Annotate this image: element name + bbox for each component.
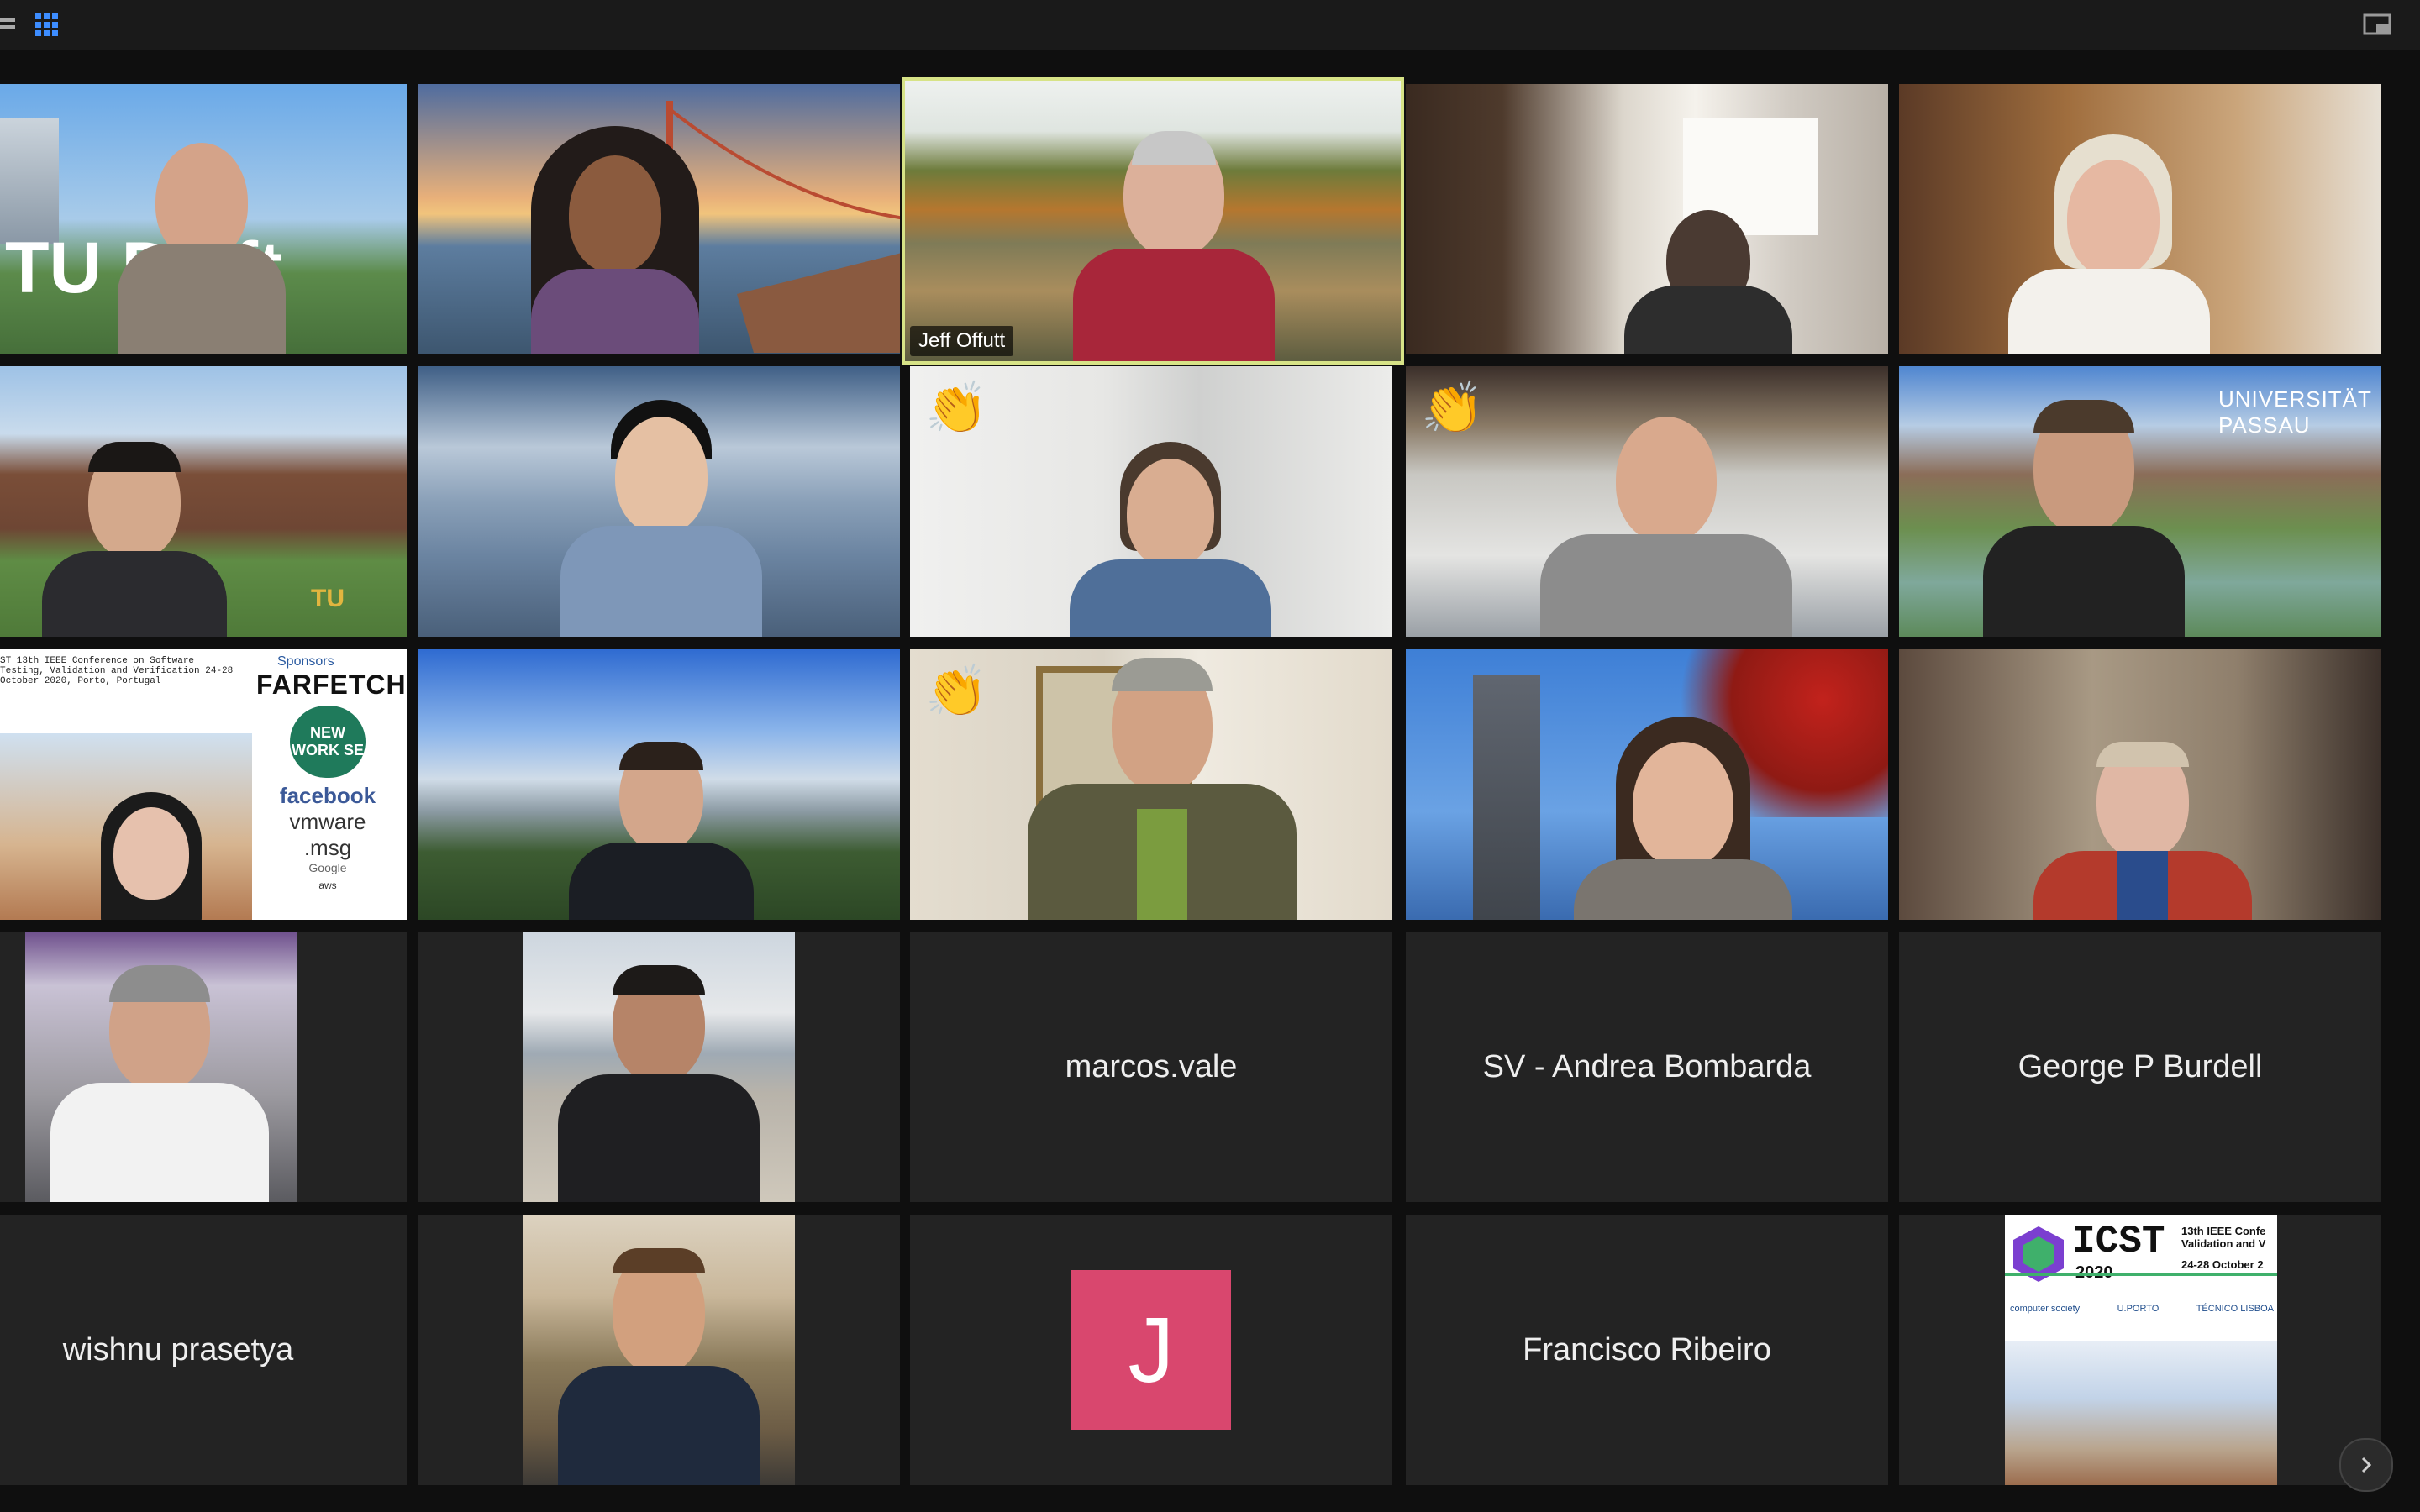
- participant-video: [523, 1215, 795, 1485]
- video-tile[interactable]: 👏: [910, 366, 1392, 637]
- participant-name: Francisco Ribeiro: [1523, 1331, 1771, 1368]
- participant-video: [25, 932, 297, 1202]
- participant-avatar: J: [1071, 1270, 1231, 1430]
- video-tile[interactable]: [1899, 649, 2381, 920]
- slide-dates: 24-28 October 2: [2181, 1258, 2264, 1271]
- participant-video: [118, 143, 286, 354]
- video-tile[interactable]: [1899, 84, 2381, 354]
- sponsor-logo: .msg: [303, 835, 352, 860]
- participant-video: [569, 742, 754, 920]
- video-tile[interactable]: 👏: [1406, 366, 1888, 637]
- chevron-right-icon: [2361, 1457, 2372, 1473]
- participant-video: [1624, 210, 1792, 354]
- participant-name: wishnu prasetya: [62, 1331, 294, 1368]
- name-only-tile[interactable]: SV - Andrea Bombarda: [1406, 932, 1888, 1202]
- gallery-view-icon[interactable]: [34, 12, 60, 39]
- participant-video: [1073, 131, 1275, 361]
- video-tile[interactable]: [418, 649, 900, 920]
- participant-video: [552, 400, 771, 637]
- partner-logo: U.PORTO: [2117, 1304, 2160, 1314]
- name-only-tile[interactable]: Francisco Ribeiro: [1406, 1215, 1888, 1485]
- sponsor-logo: NEW WORK SE: [290, 706, 366, 778]
- participant-name: George P Burdell: [2018, 1048, 2263, 1084]
- name-only-tile[interactable]: George P Burdell: [1899, 932, 2381, 1202]
- clap-reaction-icon: 👏: [925, 380, 988, 436]
- participant-video: [1028, 658, 1297, 920]
- video-tile[interactable]: TU Delft: [0, 84, 407, 354]
- avatar-tile[interactable]: J: [910, 1215, 1392, 1485]
- video-tile[interactable]: [1406, 649, 1888, 920]
- participant-video: [1070, 442, 1271, 637]
- name-only-tile[interactable]: wishnu prasetya: [0, 1215, 407, 1485]
- video-tile[interactable]: [418, 1215, 900, 1485]
- sponsor-logos: FARFETCH NEW WORK SE facebook vmware .ms…: [256, 669, 407, 891]
- participant-video: [1574, 717, 1792, 920]
- video-tile[interactable]: [418, 366, 900, 637]
- icst-slide: ICST 2020 13th IEEE Confe Validation and…: [2005, 1215, 2277, 1485]
- background-logo-text: UNIVERSITÄT PASSAU: [2218, 386, 2372, 438]
- slide-header-text: ST 13th IEEE Conference on Software Test…: [0, 656, 234, 686]
- partner-logo: TÉCNICO LISBOA: [2196, 1304, 2274, 1314]
- participant-video: [523, 126, 708, 354]
- slide-title: Sponsors: [277, 654, 334, 669]
- participant-video: [523, 932, 795, 1202]
- participant-video: [42, 442, 227, 637]
- clap-reaction-icon: 👏: [1421, 380, 1484, 436]
- video-tile[interactable]: [418, 932, 900, 1202]
- participant-video: [1983, 400, 2185, 637]
- background-logo-text: TU: [311, 585, 345, 612]
- exit-fullscreen-icon[interactable]: [2363, 12, 2393, 37]
- next-page-button[interactable]: [2339, 1438, 2393, 1492]
- participant-video: [76, 792, 227, 920]
- sponsor-logo: aws: [318, 879, 337, 891]
- sponsor-logo: facebook: [279, 783, 376, 808]
- slide-subtitle: 13th IEEE Confe Validation and V: [2181, 1225, 2266, 1250]
- partner-logos: computer society U.PORTO TÉCNICO LISBOA: [2010, 1304, 2274, 1314]
- partner-logo: computer society: [2010, 1304, 2081, 1314]
- tower-image: [1473, 675, 1540, 920]
- participant-name: marcos.vale: [1065, 1048, 1238, 1084]
- slide-title: ICST: [2072, 1220, 2165, 1263]
- video-tile[interactable]: [1406, 84, 1888, 354]
- speaker-view-icon[interactable]: [0, 12, 18, 37]
- video-tile[interactable]: TU: [0, 366, 407, 637]
- participant-video: [2008, 134, 2210, 354]
- sponsor-slide-tile[interactable]: ST 13th IEEE Conference on Software Test…: [0, 649, 407, 920]
- participant-video: [1540, 417, 1792, 637]
- name-only-tile[interactable]: marcos.vale: [910, 932, 1392, 1202]
- sponsor-logo: FARFETCH: [256, 669, 407, 700]
- clap-reaction-icon: 👏: [925, 663, 988, 719]
- participant-name-label: Jeff Offutt: [910, 326, 1014, 356]
- sponsor-logo: Google: [308, 861, 347, 874]
- top-toolbar: [0, 0, 2420, 50]
- porto-image: [2005, 1341, 2277, 1485]
- video-tile[interactable]: [418, 84, 900, 354]
- video-tile[interactable]: 👏: [910, 649, 1392, 920]
- participant-name: SV - Andrea Bombarda: [1482, 1048, 1812, 1084]
- video-tile[interactable]: [0, 932, 407, 1202]
- video-tile[interactable]: UNIVERSITÄT PASSAU: [1899, 366, 2381, 637]
- participant-video: [2033, 742, 2252, 920]
- building-image: [0, 118, 59, 244]
- sponsor-logo: vmware: [289, 809, 366, 834]
- video-tile-active-speaker[interactable]: Jeff Offutt: [902, 77, 1404, 365]
